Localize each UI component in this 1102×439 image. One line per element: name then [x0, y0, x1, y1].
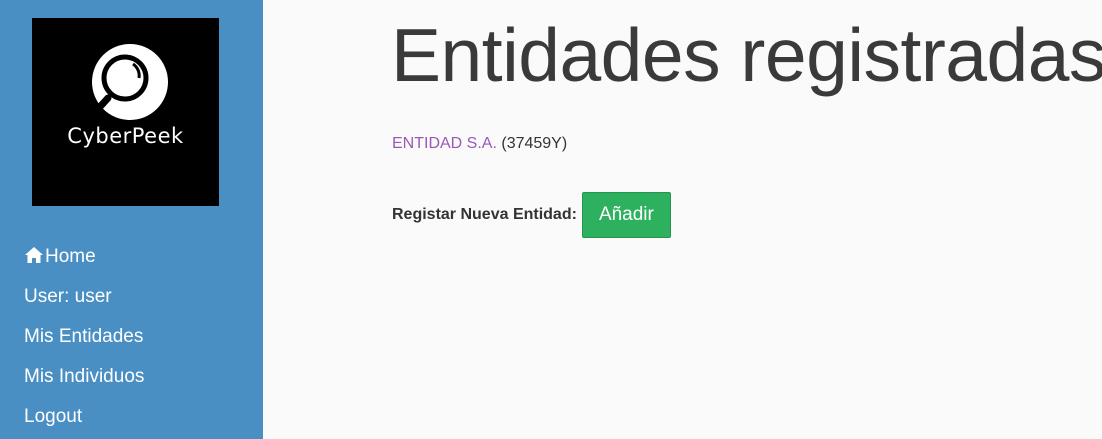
register-label: Registar Nueva Entidad:: [392, 206, 577, 223]
entity-row: ENTIDAD S.A. (37459Y): [392, 135, 567, 153]
magnifier-icon: [84, 44, 168, 124]
sidebar-item-label: Home: [45, 246, 96, 267]
sidebar-item-mis-entidades[interactable]: Mis Entidades: [24, 317, 144, 357]
add-entity-button[interactable]: Añadir: [581, 192, 671, 238]
sidebar-item-logout[interactable]: Logout: [24, 397, 144, 437]
sidebar-item-home[interactable]: Home: [24, 237, 144, 277]
register-entity-row: Registar Nueva Entidad: Añadir: [392, 192, 671, 238]
logo[interactable]: CyberPeek: [32, 18, 219, 206]
entity-link[interactable]: ENTIDAD S.A.: [392, 135, 497, 152]
sidebar-item-mis-individuos[interactable]: Mis Individuos: [24, 357, 144, 397]
page-title: Entidades registradas: [391, 13, 1102, 97]
main-content: Entidades registradas ENTIDAD S.A. (3745…: [263, 0, 1102, 439]
sidebar: CyberPeek Home User: user Mis Entidades …: [0, 0, 263, 439]
home-icon: [24, 239, 44, 279]
sidebar-nav: Home User: user Mis Entidades Mis Indivi…: [24, 237, 144, 437]
entity-id: (37459Y): [501, 135, 568, 152]
logo-text: CyberPeek: [67, 124, 184, 148]
sidebar-item-user[interactable]: User: user: [24, 277, 144, 317]
